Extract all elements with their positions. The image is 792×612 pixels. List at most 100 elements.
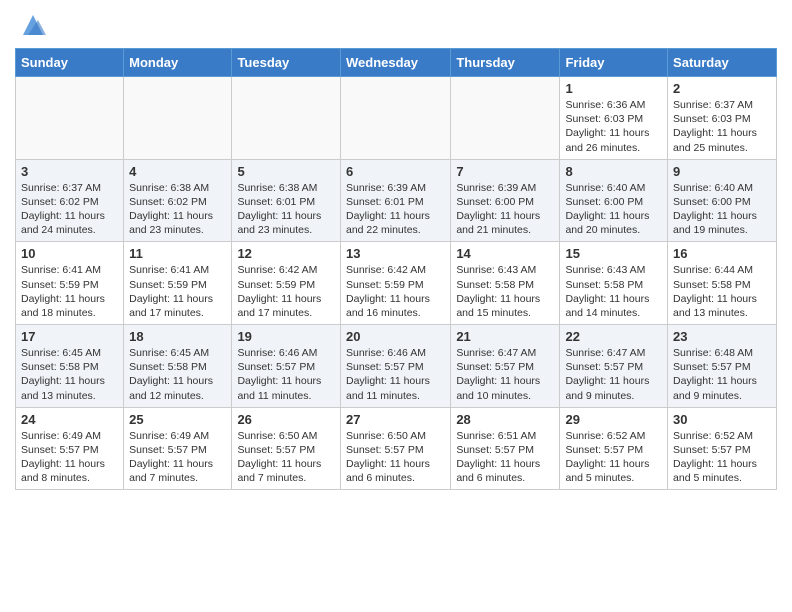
day-header-sunday: Sunday [16, 49, 124, 77]
day-info: Sunrise: 6:41 AM Sunset: 5:59 PM Dayligh… [129, 263, 226, 320]
day-info: Sunrise: 6:45 AM Sunset: 5:58 PM Dayligh… [129, 346, 226, 403]
day-info: Sunrise: 6:39 AM Sunset: 6:01 PM Dayligh… [346, 181, 445, 238]
day-number: 26 [237, 412, 335, 427]
calendar-cell: 2Sunrise: 6:37 AM Sunset: 6:03 PM Daylig… [668, 77, 777, 160]
calendar-cell: 1 Sunrise: 6:36 AM Sunset: 6:03 PM Daylig… [560, 77, 668, 160]
day-info: Sunrise: 6:51 AM Sunset: 5:57 PM Dayligh… [456, 429, 554, 486]
calendar-week-row: 3Sunrise: 6:37 AM Sunset: 6:02 PM Daylig… [16, 159, 777, 242]
day-info: Sunrise: 6:48 AM Sunset: 5:57 PM Dayligh… [673, 346, 771, 403]
calendar-header-row: SundayMondayTuesdayWednesdayThursdayFrid… [16, 49, 777, 77]
calendar-cell: 10Sunrise: 6:41 AM Sunset: 5:59 PM Dayli… [16, 242, 124, 325]
day-number: 1 [565, 81, 662, 96]
day-info: Sunrise: 6:38 AM Sunset: 6:01 PM Dayligh… [237, 181, 335, 238]
day-header-wednesday: Wednesday [340, 49, 450, 77]
day-number: 4 [129, 164, 226, 179]
calendar-cell: 12 Sunrise: 6:42 AM Sunset: 5:59 PM Dayli… [232, 242, 341, 325]
day-info: Sunrise: 6:49 AM Sunset: 5:57 PM Dayligh… [21, 429, 118, 486]
day-header-saturday: Saturday [668, 49, 777, 77]
day-number: 18 [129, 329, 226, 344]
day-number: 7 [456, 164, 554, 179]
calendar-cell: 7 Sunrise: 6:39 AM Sunset: 6:00 PM Daylig… [451, 159, 560, 242]
day-number: 30 [673, 412, 771, 427]
logo-icon [18, 10, 48, 40]
day-number: 22 [565, 329, 662, 344]
day-number: 21 [456, 329, 554, 344]
day-number: 5 [237, 164, 335, 179]
day-info: Sunrise: 6:40 AM Sunset: 6:00 PM Dayligh… [673, 181, 771, 238]
day-number: 16 [673, 246, 771, 261]
day-number: 27 [346, 412, 445, 427]
calendar-cell: 30 Sunrise: 6:52 AM Sunset: 5:57 PM Dayli… [668, 407, 777, 490]
calendar-cell [124, 77, 232, 160]
page-container: SundayMondayTuesdayWednesdayThursdayFrid… [0, 0, 792, 500]
day-number: 17 [21, 329, 118, 344]
day-info: Sunrise: 6:43 AM Sunset: 5:58 PM Dayligh… [456, 263, 554, 320]
calendar-cell [451, 77, 560, 160]
calendar-cell: 17Sunrise: 6:45 AM Sunset: 5:58 PM Dayli… [16, 325, 124, 408]
day-info: Sunrise: 6:47 AM Sunset: 5:57 PM Dayligh… [565, 346, 662, 403]
calendar-cell: 27 Sunrise: 6:50 AM Sunset: 5:57 PM Dayli… [340, 407, 450, 490]
calendar-week-row: 17 Sunrise: 6:45 AM Sunset: 5:58 PM Dayli… [16, 325, 777, 408]
day-info: Sunrise: 6:42 AM Sunset: 5:59 PM Dayligh… [237, 263, 335, 320]
calendar-cell: 13 Sunrise: 6:42 AM Sunset: 5:59 PM Dayli… [340, 242, 450, 325]
calendar-table: SundayMondayTuesdayWednesdayThursdayFrid… [15, 48, 777, 490]
calendar-cell: 16Sunrise: 6:44 AM Sunset: 5:58 PM Dayli… [668, 242, 777, 325]
day-info: Sunrise: 6:39 AM Sunset: 6:00 PM Dayligh… [456, 181, 554, 238]
calendar-cell: 9 Sunrise: 6:40 AM Sunset: 6:00 PM Daylig… [668, 159, 777, 242]
day-number: 8 [565, 164, 662, 179]
day-info: Sunrise: 6:47 AM Sunset: 5:57 PM Dayligh… [456, 346, 554, 403]
calendar-cell: 23 Sunrise: 6:48 AM Sunset: 5:57 PM Dayli… [668, 325, 777, 408]
day-number: 12 [237, 246, 335, 261]
calendar-cell: 4 Sunrise: 6:38 AM Sunset: 6:02 PM Daylig… [124, 159, 232, 242]
day-number: 6 [346, 164, 445, 179]
calendar-cell: 28 Sunrise: 6:51 AM Sunset: 5:57 PM Dayli… [451, 407, 560, 490]
day-info: Sunrise: 6:37 AM Sunset: 6:03 PM Dayligh… [673, 98, 771, 155]
calendar-cell: 3Sunrise: 6:37 AM Sunset: 6:02 PM Daylig… [16, 159, 124, 242]
day-info: Sunrise: 6:46 AM Sunset: 5:57 PM Dayligh… [346, 346, 445, 403]
day-info: Sunrise: 6:41 AM Sunset: 5:59 PM Dayligh… [21, 263, 118, 320]
calendar-cell: 22 Sunrise: 6:47 AM Sunset: 5:57 PM Dayli… [560, 325, 668, 408]
logo [15, 10, 48, 40]
calendar-cell: 21 Sunrise: 6:47 AM Sunset: 5:57 PM Dayli… [451, 325, 560, 408]
day-info: Sunrise: 6:38 AM Sunset: 6:02 PM Dayligh… [129, 181, 226, 238]
day-info: Sunrise: 6:43 AM Sunset: 5:58 PM Dayligh… [565, 263, 662, 320]
day-number: 13 [346, 246, 445, 261]
day-number: 24 [21, 412, 118, 427]
calendar-cell: 20 Sunrise: 6:46 AM Sunset: 5:57 PM Dayli… [340, 325, 450, 408]
day-number: 19 [237, 329, 335, 344]
calendar-week-row: 1 Sunrise: 6:36 AM Sunset: 6:03 PM Daylig… [16, 77, 777, 160]
day-info: Sunrise: 6:46 AM Sunset: 5:57 PM Dayligh… [237, 346, 335, 403]
calendar-cell: 25Sunrise: 6:49 AM Sunset: 5:57 PM Dayli… [124, 407, 232, 490]
day-header-monday: Monday [124, 49, 232, 77]
day-info: Sunrise: 6:36 AM Sunset: 6:03 PM Dayligh… [565, 98, 662, 155]
day-header-friday: Friday [560, 49, 668, 77]
day-info: Sunrise: 6:52 AM Sunset: 5:57 PM Dayligh… [565, 429, 662, 486]
day-number: 28 [456, 412, 554, 427]
day-header-tuesday: Tuesday [232, 49, 341, 77]
day-number: 3 [21, 164, 118, 179]
calendar-cell: 26 Sunrise: 6:50 AM Sunset: 5:57 PM Dayli… [232, 407, 341, 490]
day-number: 29 [565, 412, 662, 427]
calendar-cell [232, 77, 341, 160]
day-info: Sunrise: 6:50 AM Sunset: 5:57 PM Dayligh… [346, 429, 445, 486]
day-number: 14 [456, 246, 554, 261]
calendar-week-row: 10Sunrise: 6:41 AM Sunset: 5:59 PM Dayli… [16, 242, 777, 325]
calendar-cell: 24 Sunrise: 6:49 AM Sunset: 5:57 PM Dayli… [16, 407, 124, 490]
calendar-cell: 29 Sunrise: 6:52 AM Sunset: 5:57 PM Dayli… [560, 407, 668, 490]
day-info: Sunrise: 6:50 AM Sunset: 5:57 PM Dayligh… [237, 429, 335, 486]
day-info: Sunrise: 6:42 AM Sunset: 5:59 PM Dayligh… [346, 263, 445, 320]
day-number: 15 [565, 246, 662, 261]
calendar-cell: 18 Sunrise: 6:45 AM Sunset: 5:58 PM Dayli… [124, 325, 232, 408]
calendar-cell [16, 77, 124, 160]
day-number: 23 [673, 329, 771, 344]
day-header-thursday: Thursday [451, 49, 560, 77]
day-info: Sunrise: 6:52 AM Sunset: 5:57 PM Dayligh… [673, 429, 771, 486]
day-number: 25 [129, 412, 226, 427]
calendar-cell: 15 Sunrise: 6:43 AM Sunset: 5:58 PM Dayli… [560, 242, 668, 325]
calendar-cell: 6 Sunrise: 6:39 AM Sunset: 6:01 PM Daylig… [340, 159, 450, 242]
calendar-cell: 8Sunrise: 6:40 AM Sunset: 6:00 PM Daylig… [560, 159, 668, 242]
day-number: 9 [673, 164, 771, 179]
calendar-week-row: 24 Sunrise: 6:49 AM Sunset: 5:57 PM Dayli… [16, 407, 777, 490]
day-number: 20 [346, 329, 445, 344]
calendar-cell [340, 77, 450, 160]
